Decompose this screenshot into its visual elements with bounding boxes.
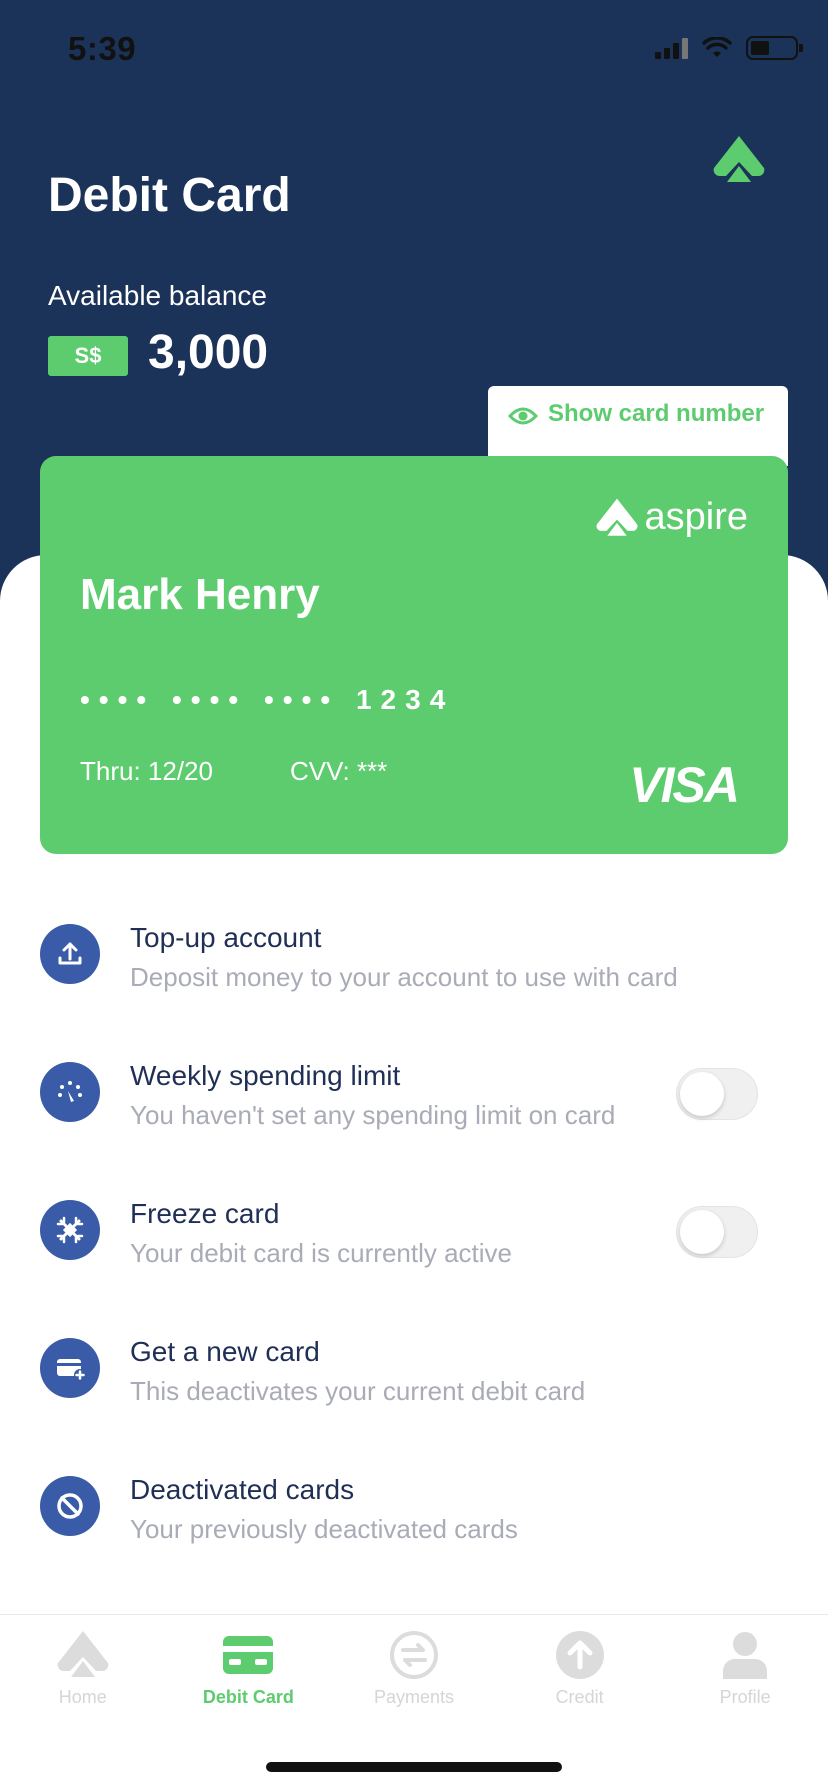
bottom-tab-bar: Home Debit Card Payments Credit Profile [0, 1614, 828, 1724]
tab-home[interactable]: Home [0, 1615, 166, 1724]
speedometer-icon [40, 1062, 100, 1122]
toggle-knob [680, 1210, 724, 1254]
eye-icon [508, 407, 538, 425]
freeze-card-toggle[interactable] [676, 1206, 758, 1258]
status-time: 5:39 [68, 30, 137, 67]
page-title: Debit Card [48, 169, 291, 222]
menu-item-new-card[interactable]: Get a new card This deactivates your cur… [0, 1324, 828, 1462]
snowflake-icon [40, 1200, 100, 1260]
menu-item-subtitle: Deposit money to your account to use wit… [130, 962, 678, 992]
home-indicator[interactable] [266, 1762, 562, 1772]
menu-item-top-up[interactable]: Top-up account Deposit money to your acc… [0, 910, 828, 1048]
balance-label: Available balance [48, 280, 267, 311]
tab-label: Home [58, 1687, 107, 1707]
menu-item-title: Top-up account [130, 922, 322, 953]
menu-item-subtitle: Your previously deactivated cards [130, 1514, 518, 1544]
tab-label: Payments [373, 1687, 454, 1707]
show-card-number-label: Show card number [548, 400, 765, 427]
menu-item-subtitle: You haven't set any spending limit on ca… [130, 1100, 616, 1130]
card-number: •••• •••• •••• 1234 [80, 684, 455, 715]
tab-payments[interactable]: Payments [331, 1615, 497, 1724]
tab-label: Credit [555, 1687, 604, 1707]
person-icon [723, 1632, 768, 1679]
menu-item-subtitle: This deactivates your current debit card [130, 1376, 586, 1406]
debit-card: aspire Mark Henry •••• •••• •••• 1234 Th… [40, 456, 788, 854]
card-network-logo: VISA [629, 757, 740, 813]
card-expiry: Thru: 12/20 [80, 756, 213, 786]
aspire-logo-icon [596, 498, 637, 536]
wifi-icon [702, 37, 732, 57]
tab-label: Profile [719, 1687, 771, 1707]
menu-item-title: Deactivated cards [130, 1474, 355, 1505]
balance-value: 3,000 [148, 326, 269, 379]
aspire-logo-icon [713, 136, 765, 182]
show-card-number-button[interactable]: Show card number [488, 386, 788, 466]
toggle-knob [680, 1072, 724, 1116]
new-card-icon [40, 1338, 100, 1398]
signal-icon [655, 37, 688, 59]
card-brand: aspire [595, 496, 749, 539]
card-icon [223, 1636, 274, 1674]
menu-item-title: Get a new card [130, 1336, 320, 1367]
transfer-icon [389, 1631, 438, 1679]
battery-icon [746, 36, 803, 60]
card-holder-name: Mark Henry [80, 570, 320, 619]
spending-limit-toggle[interactable] [676, 1068, 758, 1120]
menu-item-title: Weekly spending limit [130, 1060, 401, 1091]
status-icons [655, 36, 803, 60]
aspire-logo-icon [57, 1631, 109, 1677]
arrow-up-icon [555, 1631, 604, 1679]
card-brand-name: aspire [644, 496, 749, 538]
upload-icon [40, 924, 100, 984]
menu-item-title: Freeze card [130, 1198, 280, 1229]
tab-debit-card[interactable]: Debit Card [166, 1615, 332, 1724]
tab-credit[interactable]: Credit [497, 1615, 663, 1724]
menu-item-subtitle: Your debit card is currently active [130, 1238, 513, 1268]
card-cvv: CVV: *** [290, 756, 388, 786]
tab-label: Debit Card [202, 1687, 294, 1707]
tab-profile[interactable]: Profile [662, 1615, 828, 1724]
debit-card-screen: 5:39 Debit Card Available balance S$ 3,0… [0, 0, 828, 1792]
menu-item-deactivated-cards[interactable]: Deactivated cards Your previously deacti… [0, 1462, 828, 1600]
ban-icon [40, 1476, 100, 1536]
currency-badge: S$ [48, 336, 128, 376]
